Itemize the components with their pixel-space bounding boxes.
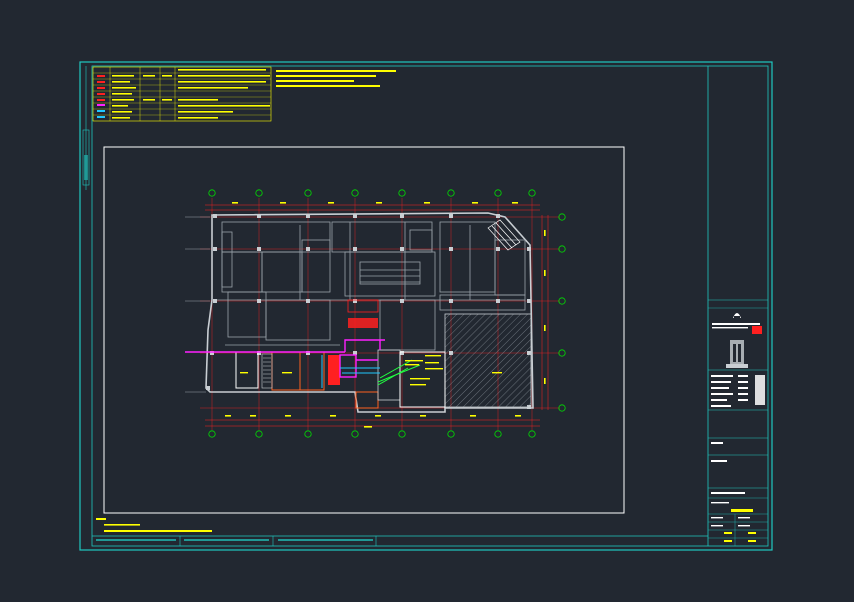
drawing-viewport xyxy=(103,146,625,514)
bottom-notes xyxy=(96,518,212,532)
hatched-zone xyxy=(444,313,532,408)
legend-symbols xyxy=(97,75,105,118)
bottom-strip xyxy=(92,535,708,546)
detector-symbol-icon xyxy=(97,110,105,112)
stair-core xyxy=(263,357,271,383)
valve-symbol-icon xyxy=(97,81,105,83)
building-emblem-icon xyxy=(726,340,748,368)
general-notes xyxy=(276,70,396,87)
sprinkler-symbol-icon xyxy=(97,87,105,89)
company-logo-icon xyxy=(733,313,741,319)
title-block xyxy=(707,66,768,546)
pipe-symbol-icon xyxy=(97,75,105,77)
alarm-symbol-icon xyxy=(97,104,105,106)
stair-northeast xyxy=(487,219,521,251)
binding-strip xyxy=(82,66,90,190)
pump-symbol-icon xyxy=(97,99,105,101)
outer-frame xyxy=(79,61,773,551)
hydrant-symbol-icon xyxy=(97,93,105,95)
cad-drawing-sheet xyxy=(79,61,773,551)
extinguisher-symbol-icon xyxy=(97,116,105,118)
inner-frame xyxy=(91,65,769,547)
legend-table xyxy=(92,66,272,122)
floor-plan xyxy=(185,189,566,438)
sprinkler-piping xyxy=(377,359,421,386)
